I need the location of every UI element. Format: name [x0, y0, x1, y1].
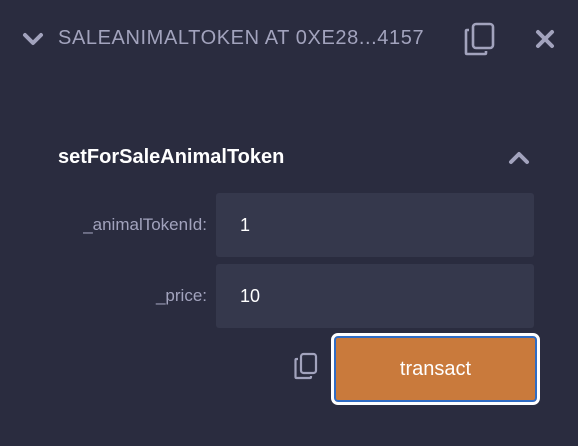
animal-token-id-input[interactable] [216, 193, 534, 257]
contract-header: SALEANIMALTOKEN AT 0XE28...4157 [0, 0, 578, 84]
contract-title: SALEANIMALTOKEN AT 0XE28...4157 [58, 27, 425, 49]
transact-button[interactable]: transact [331, 333, 540, 405]
param-label-price: _price: [155, 286, 207, 305]
price-input[interactable] [216, 264, 534, 328]
chevron-up-icon[interactable] [506, 148, 532, 168]
copy-calldata-icon[interactable] [293, 352, 319, 380]
function-name: setForSaleAnimalToken [58, 146, 285, 168]
copy-icon[interactable] [464, 22, 496, 56]
transact-button-label: transact [399, 357, 472, 380]
param-label-animal-token-id: _animalTokenId: [83, 215, 207, 234]
close-icon[interactable] [534, 28, 556, 50]
chevron-down-icon[interactable] [22, 30, 44, 48]
